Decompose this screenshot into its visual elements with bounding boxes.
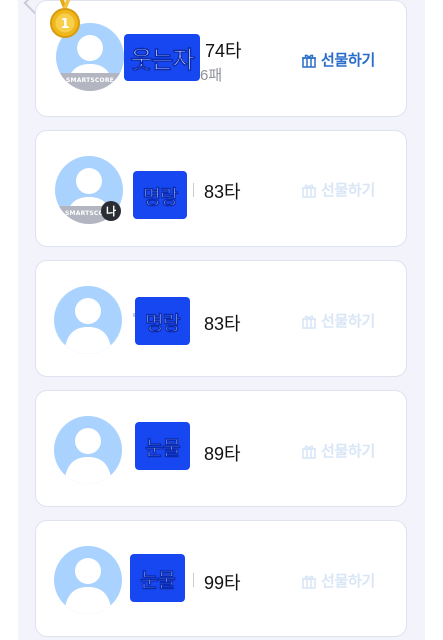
stroke-count: 83타	[204, 314, 241, 334]
gift-icon	[302, 315, 316, 329]
gift-icon	[302, 54, 316, 68]
stroke-count: 99타	[204, 573, 241, 593]
emoji-badge-label: 명랑	[145, 312, 181, 335]
gift-button-label: 선물하기	[321, 443, 376, 460]
gift-button[interactable]: 선물하기	[301, 49, 375, 70]
emoji-badge: 명랑	[135, 297, 190, 345]
emoji-badge-label: 눈물	[145, 437, 181, 460]
divider	[193, 183, 194, 197]
emoji-badge: 웃는자	[124, 34, 200, 81]
gift-button-label: 선물하기	[321, 182, 376, 199]
ranking-card: SMARTSCORE 웃는자 74타 6패 선물하기	[35, 0, 407, 117]
gift-button[interactable]: 선물하기	[301, 440, 375, 461]
gold-medal-icon: 1	[50, 0, 80, 38]
stroke-count: 74타	[205, 41, 242, 61]
gift-icon	[302, 575, 316, 589]
gift-icon	[302, 184, 316, 198]
me-badge: 나	[101, 201, 121, 221]
gift-button-label: 선물하기	[321, 313, 376, 330]
avatar[interactable]	[54, 546, 122, 614]
emoji-badge-label: 눈물	[140, 569, 176, 592]
emoji-badge: 눈물	[135, 422, 190, 470]
gift-icon	[302, 445, 316, 459]
gift-button[interactable]: 선물하기	[301, 570, 375, 591]
divider	[193, 573, 194, 587]
ranking-card: 눈물 99타 선물하기	[35, 520, 407, 637]
stroke-count: 89타	[204, 444, 241, 464]
gift-button-label: 선물하기	[321, 52, 376, 69]
emoji-badge: 눈물	[130, 554, 185, 602]
ranking-card: 명랑 83타 선물하기	[35, 260, 407, 377]
gift-button-label: 선물하기	[321, 573, 376, 590]
avatar-brand-text: SMARTSCORE	[66, 77, 114, 84]
loss-count: 6패	[200, 67, 223, 84]
emoji-badge: 명랑	[133, 171, 187, 219]
ranking-card: 눈물 89타 선물하기	[35, 390, 407, 507]
stroke-count: 83타	[204, 182, 241, 202]
medal-rank-text: 1	[60, 17, 69, 32]
gift-button[interactable]: 선물하기	[301, 310, 375, 331]
avatar[interactable]	[54, 286, 122, 354]
emoji-badge-label: 웃는자	[130, 47, 195, 75]
ranking-card: SMARTSCORE 나 명랑 83타 선물하기	[35, 130, 407, 247]
emoji-badge-label: 명랑	[142, 186, 178, 209]
avatar[interactable]	[54, 416, 122, 484]
gift-button[interactable]: 선물하기	[301, 179, 375, 200]
